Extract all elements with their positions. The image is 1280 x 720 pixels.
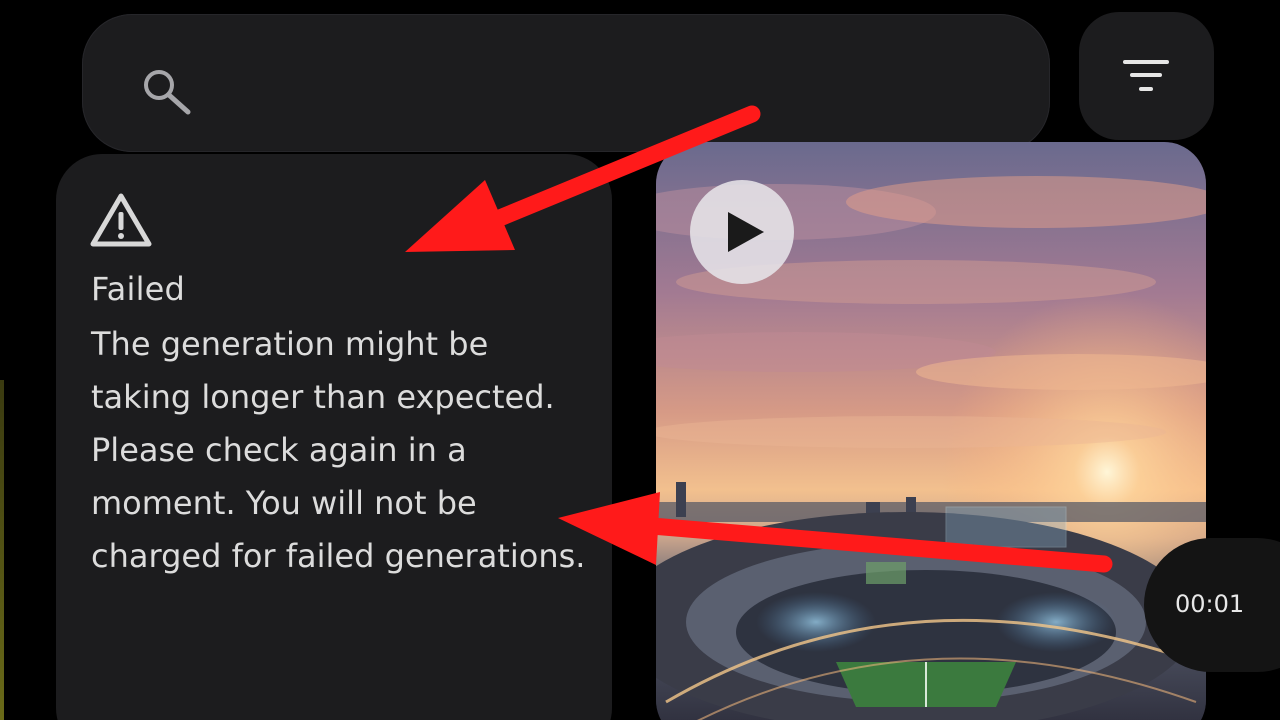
failed-title: Failed — [91, 270, 186, 308]
app-screen: Failed The generation might be taking lo… — [0, 0, 1280, 720]
failed-message: The generation might be taking longer th… — [91, 325, 586, 575]
play-icon — [726, 210, 766, 254]
search-bar[interactable] — [82, 14, 1050, 152]
play-button[interactable] — [690, 180, 794, 284]
filter-button[interactable] — [1079, 12, 1214, 140]
warning-icon — [88, 190, 154, 250]
video-duration: 00:01 — [1175, 590, 1245, 618]
search-icon[interactable] — [138, 64, 194, 120]
filter-icon — [1119, 58, 1175, 98]
edge-strip — [0, 380, 4, 720]
